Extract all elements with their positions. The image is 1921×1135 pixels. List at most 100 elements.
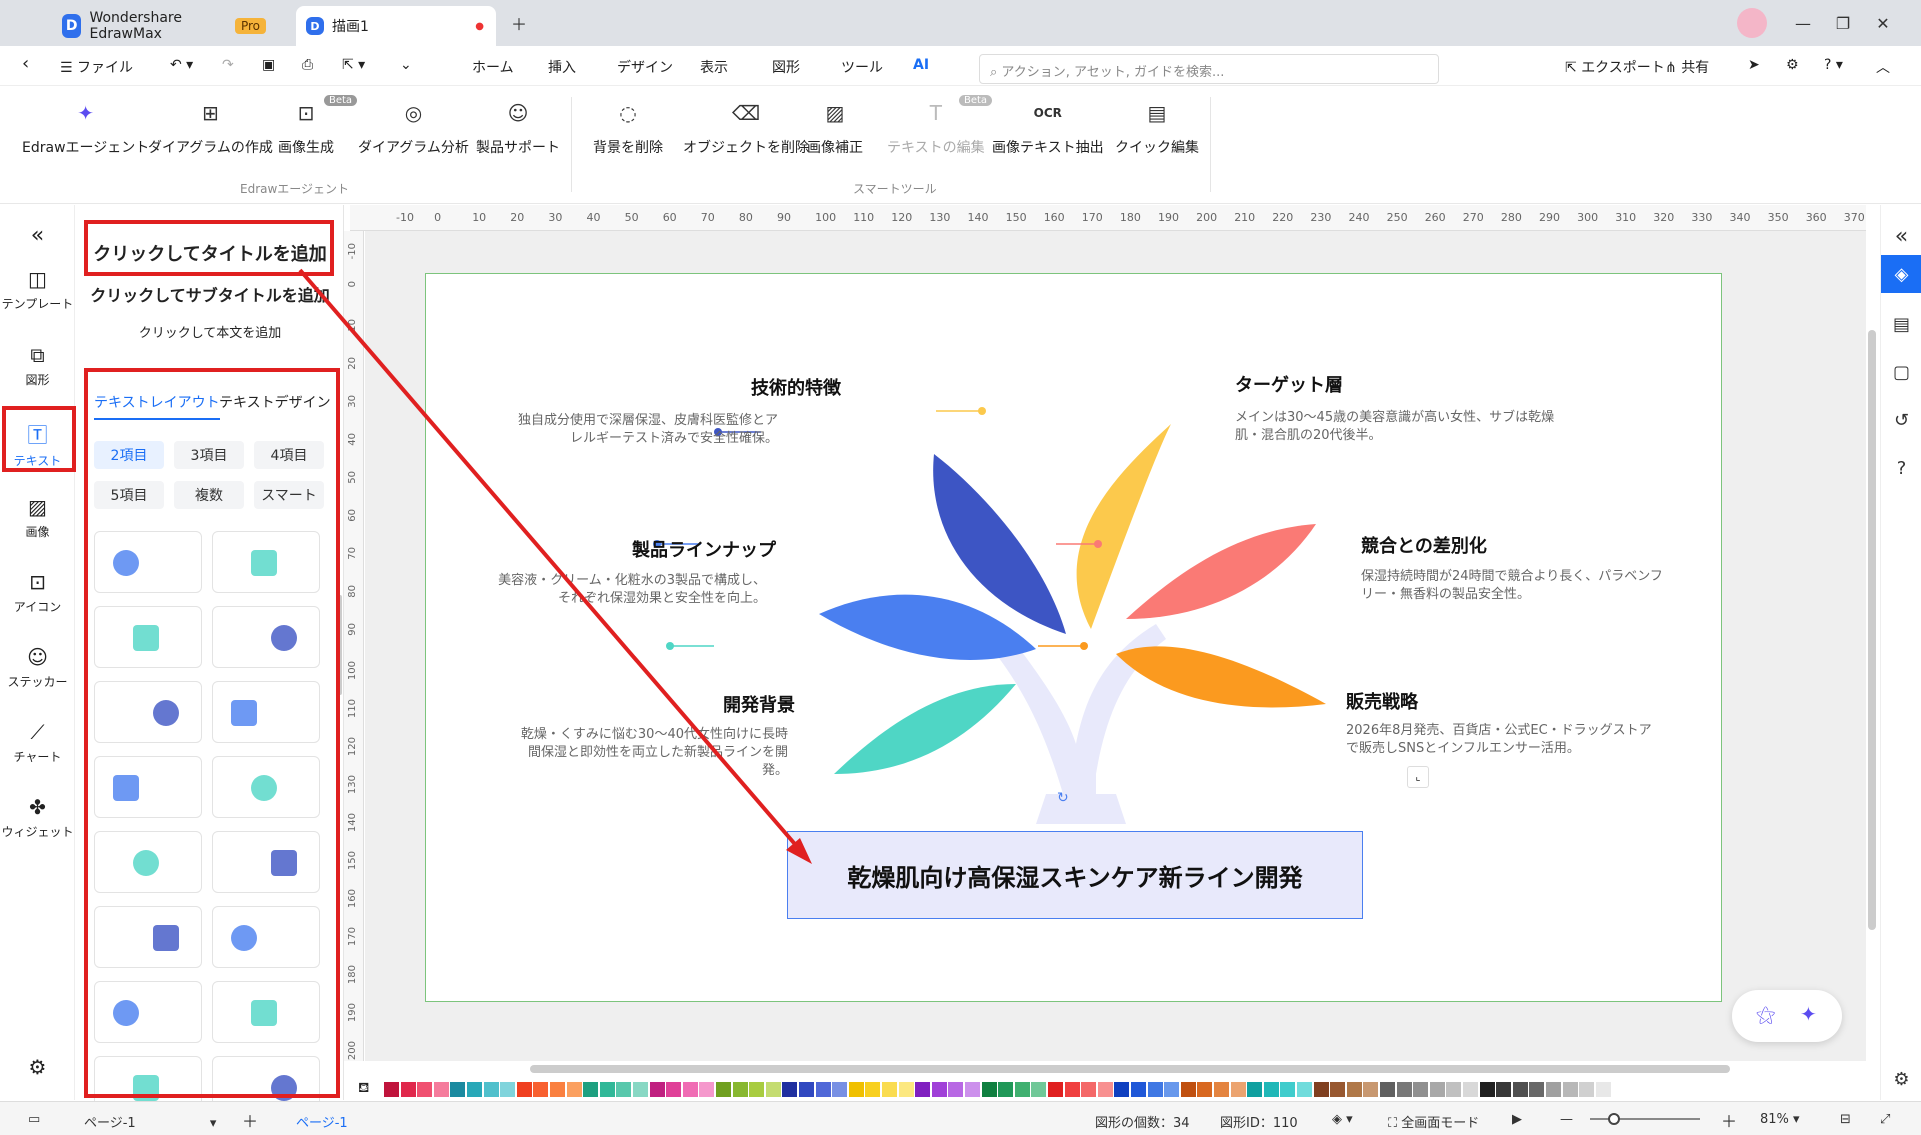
color-swatch[interactable] xyxy=(1429,1082,1445,1097)
color-swatch[interactable] xyxy=(1413,1082,1429,1097)
page-select[interactable]: ページ-1 ▾ xyxy=(84,1112,216,1131)
color-swatch[interactable] xyxy=(931,1082,947,1097)
color-swatch[interactable] xyxy=(782,1082,798,1097)
color-swatch[interactable] xyxy=(732,1082,748,1097)
color-swatch[interactable] xyxy=(1512,1082,1528,1097)
color-swatch[interactable] xyxy=(1214,1082,1229,1097)
color-swatch[interactable] xyxy=(417,1082,433,1097)
color-swatch[interactable] xyxy=(384,1082,399,1097)
color-swatch[interactable] xyxy=(1579,1082,1595,1097)
style-panel-icon[interactable]: ◈ xyxy=(1881,255,1921,293)
color-swatch[interactable] xyxy=(699,1082,715,1097)
color-swatch[interactable] xyxy=(948,1082,964,1097)
color-swatch[interactable] xyxy=(1396,1082,1412,1097)
color-swatch[interactable] xyxy=(1197,1082,1213,1097)
color-swatch[interactable] xyxy=(483,1082,499,1097)
page-tab[interactable]: ページ-1 xyxy=(296,1112,348,1131)
vertical-scrollbar[interactable] xyxy=(1868,330,1876,930)
color-swatch[interactable] xyxy=(1230,1082,1246,1097)
color-swatch[interactable] xyxy=(1164,1082,1180,1097)
color-swatch[interactable] xyxy=(550,1082,565,1097)
color-swatch[interactable] xyxy=(467,1082,482,1097)
layers-icon[interactable]: ◈ ▾ xyxy=(1332,1112,1353,1127)
page-layout-icon[interactable]: ▭ xyxy=(28,1112,40,1127)
color-swatch[interactable] xyxy=(1380,1082,1395,1097)
expand-right-panel-icon[interactable]: « xyxy=(1881,217,1921,255)
color-swatch[interactable] xyxy=(865,1082,881,1097)
horizontal-scrollbar[interactable] xyxy=(530,1065,1730,1073)
color-swatch[interactable] xyxy=(599,1082,615,1097)
zoom-in-button[interactable]: ＋ xyxy=(1721,1108,1737,1132)
color-swatch[interactable] xyxy=(566,1082,582,1097)
color-swatch[interactable] xyxy=(765,1082,781,1097)
zoom-slider-handle[interactable] xyxy=(1608,1113,1620,1125)
color-swatch[interactable] xyxy=(1081,1082,1097,1097)
color-swatch[interactable] xyxy=(1546,1082,1561,1097)
add-page-button[interactable]: ＋ xyxy=(242,1108,258,1132)
color-swatch[interactable] xyxy=(1463,1082,1478,1097)
color-swatch[interactable] xyxy=(1297,1082,1312,1097)
color-swatch[interactable] xyxy=(1114,1082,1130,1097)
fullscreen-mode[interactable]: ⛶ 全画面モード xyxy=(1388,1112,1479,1131)
color-swatch[interactable] xyxy=(433,1082,449,1097)
color-swatch[interactable] xyxy=(616,1082,632,1097)
page-panel-icon[interactable]: ▤ xyxy=(1881,305,1921,343)
color-swatch[interactable] xyxy=(1363,1082,1379,1097)
fit-page-icon[interactable]: ⤢ xyxy=(1880,1112,1890,1127)
magic-wand-icon[interactable]: ⚝ xyxy=(1756,1002,1775,1026)
color-swatch[interactable] xyxy=(1562,1082,1578,1097)
color-swatch[interactable] xyxy=(965,1082,980,1097)
color-swatch[interactable] xyxy=(882,1082,897,1097)
color-swatch[interactable] xyxy=(1496,1082,1512,1097)
color-swatch[interactable] xyxy=(749,1082,765,1097)
color-swatch[interactable] xyxy=(1346,1082,1362,1097)
color-swatch[interactable] xyxy=(1247,1082,1263,1097)
color-swatch[interactable] xyxy=(500,1082,516,1097)
history-icon[interactable]: ↺ xyxy=(1881,401,1921,439)
color-swatch[interactable] xyxy=(716,1082,731,1097)
color-swatch[interactable] xyxy=(649,1082,665,1097)
color-swatch[interactable] xyxy=(1280,1082,1296,1097)
color-swatch[interactable] xyxy=(799,1082,814,1097)
color-swatch[interactable] xyxy=(633,1082,648,1097)
color-swatch[interactable] xyxy=(583,1082,599,1097)
color-swatch[interactable] xyxy=(1180,1082,1196,1097)
color-swatch[interactable] xyxy=(1595,1082,1611,1097)
color-swatch[interactable] xyxy=(898,1082,914,1097)
color-swatch[interactable] xyxy=(1097,1082,1113,1097)
help-circle-icon[interactable]: ? xyxy=(1881,449,1921,487)
fill-bucket-icon[interactable]: ⛾ xyxy=(358,1080,369,1098)
color-swatch[interactable] xyxy=(1479,1082,1495,1097)
color-swatch[interactable] xyxy=(1048,1082,1063,1097)
color-swatch[interactable] xyxy=(915,1082,931,1097)
color-swatch[interactable] xyxy=(533,1082,549,1097)
color-swatch[interactable] xyxy=(682,1082,698,1097)
color-swatch[interactable] xyxy=(981,1082,997,1097)
color-swatch[interactable] xyxy=(848,1082,864,1097)
color-swatch[interactable] xyxy=(832,1082,848,1097)
zoom-slider[interactable] xyxy=(1590,1118,1700,1120)
color-swatch[interactable] xyxy=(998,1082,1014,1097)
color-swatch[interactable] xyxy=(815,1082,831,1097)
color-swatch[interactable] xyxy=(1147,1082,1163,1097)
color-swatch[interactable] xyxy=(1446,1082,1462,1097)
zoom-out-button[interactable]: — xyxy=(1560,1112,1573,1127)
presentation-icon[interactable]: ▢ xyxy=(1881,353,1921,391)
color-swatch[interactable] xyxy=(1014,1082,1030,1097)
color-swatch[interactable] xyxy=(1031,1082,1047,1097)
ai-sparkle-icon[interactable]: ✦ xyxy=(1800,1002,1817,1026)
settings-right-icon[interactable]: ⚙ xyxy=(1881,1060,1921,1098)
color-swatch[interactable] xyxy=(1313,1082,1329,1097)
color-swatch[interactable] xyxy=(400,1082,416,1097)
zoom-level[interactable]: 81% ▾ xyxy=(1760,1112,1800,1127)
color-swatch[interactable] xyxy=(1131,1082,1146,1097)
color-swatch[interactable] xyxy=(1263,1082,1279,1097)
play-icon[interactable]: ▶ xyxy=(1512,1112,1522,1127)
color-swatch[interactable] xyxy=(666,1082,682,1097)
book-view-icon[interactable]: ⊟ xyxy=(1840,1112,1851,1127)
color-swatch[interactable] xyxy=(1330,1082,1346,1097)
color-swatch[interactable] xyxy=(1529,1082,1545,1097)
color-swatch[interactable] xyxy=(1064,1082,1080,1097)
color-swatch[interactable] xyxy=(516,1082,532,1097)
color-swatch[interactable] xyxy=(450,1082,466,1097)
